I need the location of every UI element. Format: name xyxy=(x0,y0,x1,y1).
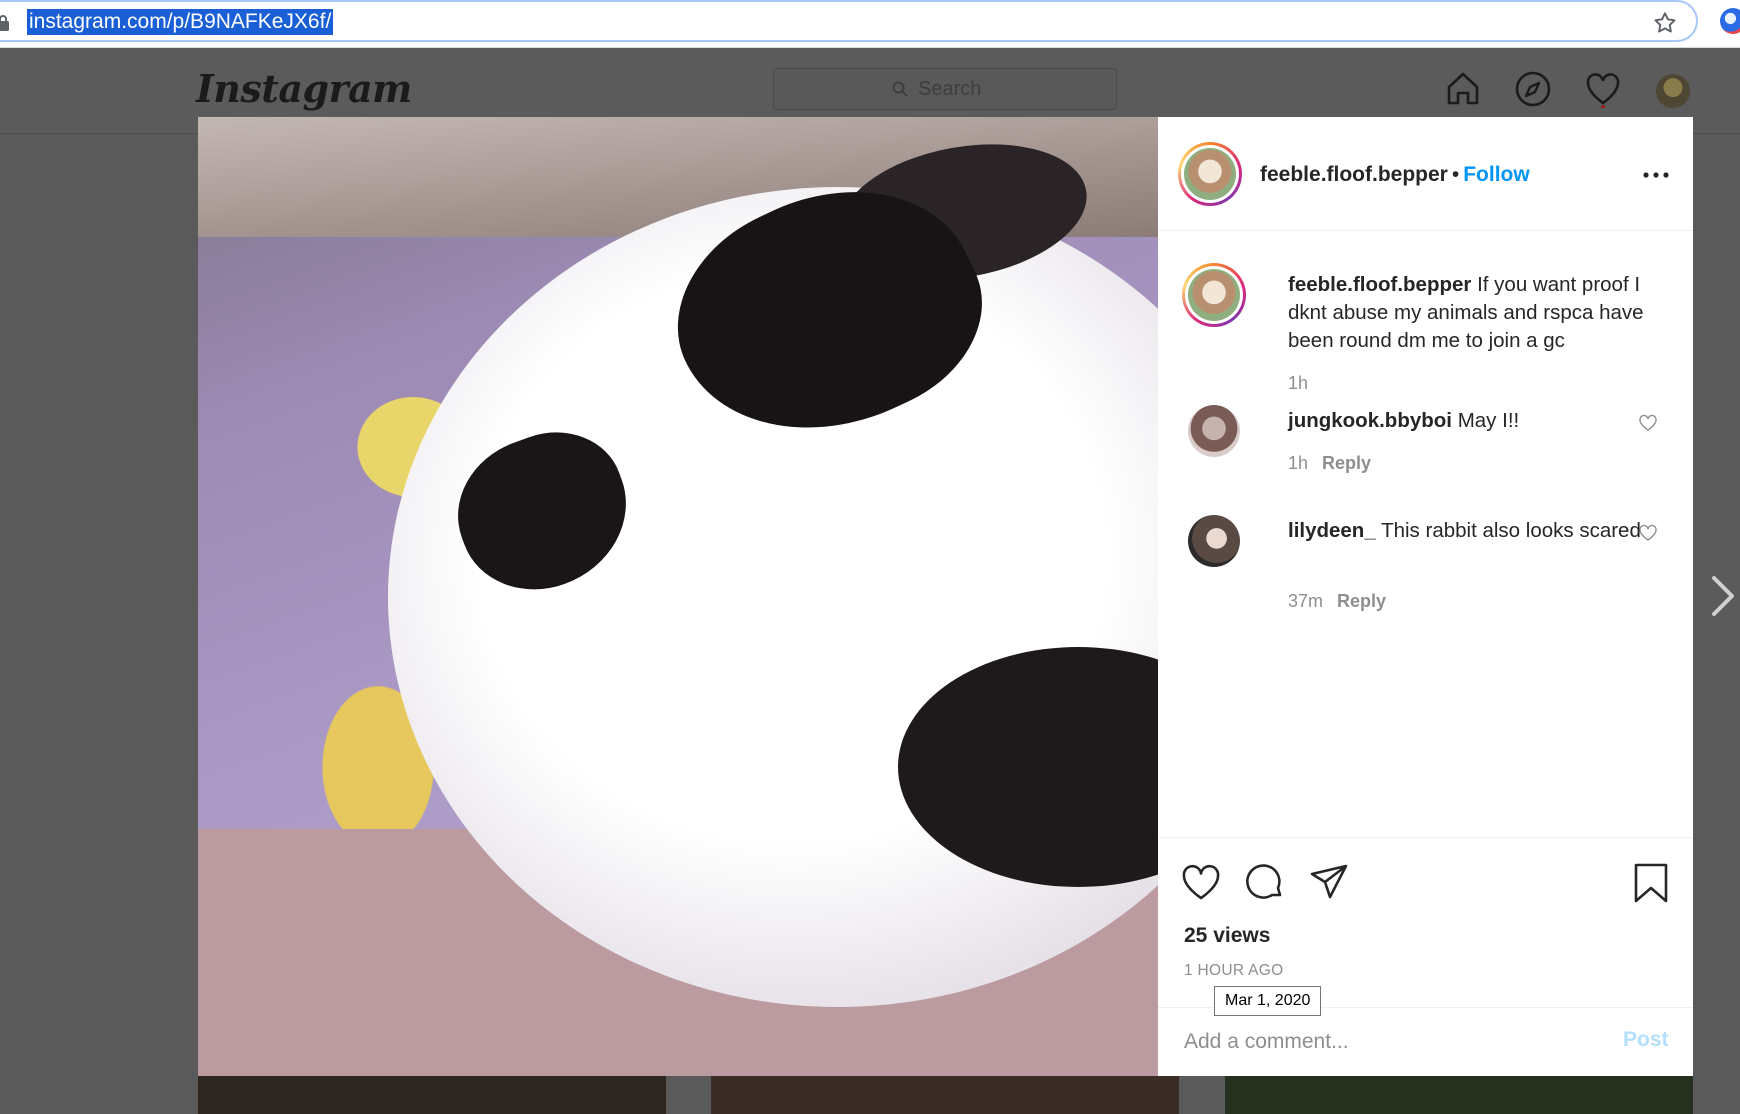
post-header: feeble.floof.bepper • Follow xyxy=(1158,117,1693,231)
more-options-icon[interactable] xyxy=(1642,169,1670,181)
author-avatar[interactable] xyxy=(1178,142,1242,206)
comment-text: lilydeen_ This rabbit also looks scared xyxy=(1288,517,1678,545)
comment-time[interactable]: 1h xyxy=(1288,453,1308,473)
url-text[interactable]: instagram.com/p/B9NAFKeJX6f/ xyxy=(27,9,334,35)
date-tooltip: Mar 1, 2020 xyxy=(1214,986,1322,1016)
post-time[interactable]: 1 HOUR AGO xyxy=(1184,962,1283,980)
add-comment-input[interactable] xyxy=(1184,1026,1584,1058)
post-details-panel: feeble.floof.bepper • Follow feeble.floof.… xyxy=(1158,117,1693,1076)
explore-icon[interactable] xyxy=(1514,70,1552,108)
post-actions: 25 views 1 HOUR AGO Mar 1, 2020 Post xyxy=(1158,837,1693,1077)
browser-address-bar: instagram.com/p/B9NAFKeJX6f/ xyxy=(0,0,1740,48)
comment-bubble-icon[interactable] xyxy=(1244,862,1286,904)
reply-button[interactable]: Reply xyxy=(1337,591,1386,611)
caption-avatar[interactable] xyxy=(1182,263,1246,327)
comments-list[interactable]: feeble.floof.bepper If you want proof I … xyxy=(1158,231,1693,841)
home-icon[interactable] xyxy=(1444,70,1482,108)
instagram-logo[interactable]: Instagram xyxy=(196,66,412,111)
author-username[interactable]: feeble.floof.bepper xyxy=(1260,163,1448,186)
background-tile xyxy=(198,1076,666,1114)
post-comment-button[interactable]: Post xyxy=(1623,1028,1669,1052)
browser-profile-icon[interactable] xyxy=(1720,8,1740,34)
video-frame[interactable] xyxy=(198,117,1158,1007)
follow-button[interactable]: Follow xyxy=(1463,163,1530,186)
comment-time[interactable]: 37m xyxy=(1288,591,1323,611)
caption: feeble.floof.bepper If you want proof I … xyxy=(1182,263,1662,393)
background-tile xyxy=(1225,1076,1693,1114)
post-author: feeble.floof.bepper • Follow xyxy=(1260,163,1530,187)
separator-dot: • xyxy=(1451,163,1460,186)
comment-meta: 1h Reply xyxy=(1288,453,1371,474)
chevron-right-icon[interactable] xyxy=(1708,574,1738,618)
search-box[interactable]: Search xyxy=(773,68,1117,110)
search-placeholder: Search xyxy=(918,78,982,100)
views-count[interactable]: 25 views xyxy=(1184,924,1270,948)
comment-like-heart-icon[interactable] xyxy=(1638,523,1658,543)
bookmark-star-icon[interactable] xyxy=(1652,10,1678,36)
comment-like-heart-icon[interactable] xyxy=(1638,413,1658,433)
share-paper-plane-icon[interactable] xyxy=(1308,862,1350,904)
commenter-username[interactable]: jungkook.bbyboi xyxy=(1288,409,1452,432)
comment-body: May I!! xyxy=(1457,409,1520,432)
profile-avatar[interactable] xyxy=(1656,74,1690,108)
search-icon xyxy=(892,81,908,97)
background-tile xyxy=(711,1076,1179,1114)
comment-body: This rabbit also looks scared xyxy=(1381,519,1641,542)
comment-item: jungkook.bbyboi May I!! 1h Reply xyxy=(1182,399,1662,499)
caption-meta: 1h xyxy=(1288,373,1308,394)
like-heart-icon[interactable] xyxy=(1180,862,1222,904)
post-media[interactable] xyxy=(198,117,1158,1076)
comment-item: lilydeen_ This rabbit also looks scared … xyxy=(1182,509,1662,639)
commenter-avatar[interactable] xyxy=(1188,405,1240,457)
commenter-avatar[interactable] xyxy=(1188,515,1240,567)
commenter-username[interactable]: lilydeen_ xyxy=(1288,519,1376,542)
omnibox[interactable]: instagram.com/p/B9NAFKeJX6f/ xyxy=(0,0,1698,42)
add-comment-row: Post xyxy=(1158,1007,1693,1078)
activity-heart-icon[interactable] xyxy=(1584,70,1622,108)
comment-text: jungkook.bbyboi May I!! xyxy=(1288,407,1678,435)
comment-meta: 37m Reply xyxy=(1288,591,1386,612)
caption-time[interactable]: 1h xyxy=(1288,373,1308,393)
lock-icon[interactable] xyxy=(0,14,10,32)
caption-text: feeble.floof.bepper If you want proof I … xyxy=(1288,271,1678,355)
play-icon[interactable] xyxy=(630,539,730,649)
reply-button[interactable]: Reply xyxy=(1322,453,1371,473)
caption-username[interactable]: feeble.floof.bepper xyxy=(1288,273,1471,296)
save-bookmark-icon[interactable] xyxy=(1630,862,1672,904)
